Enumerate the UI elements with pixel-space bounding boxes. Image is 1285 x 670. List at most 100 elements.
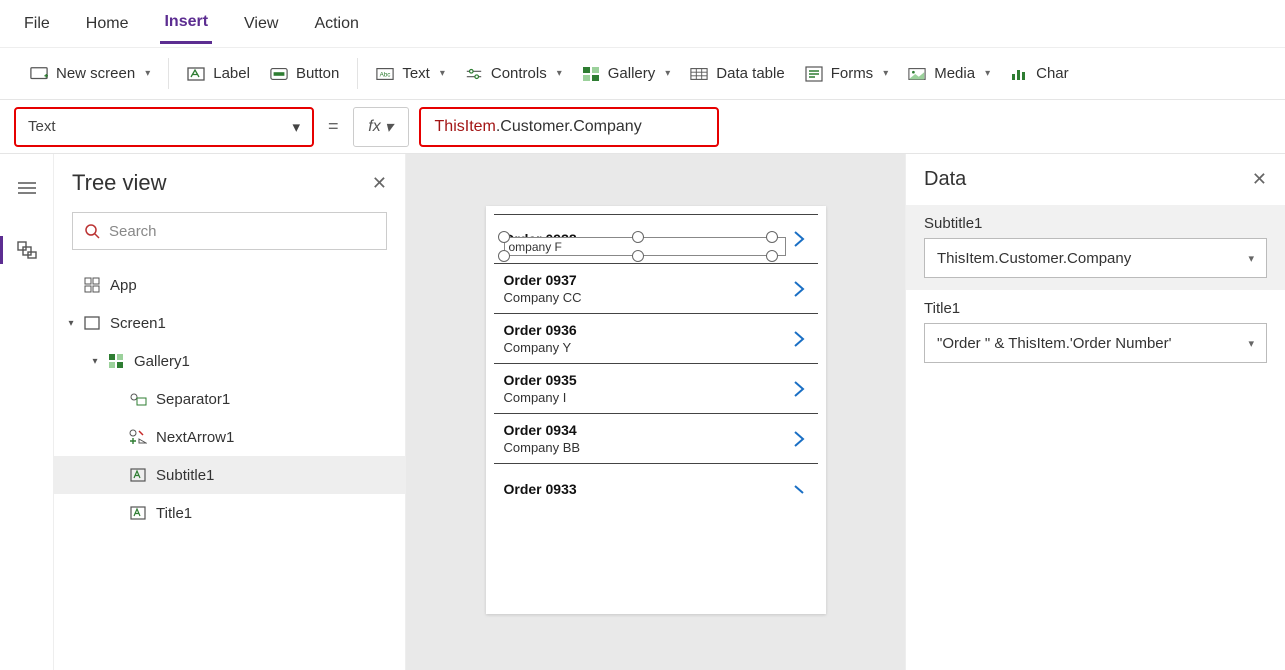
search-placeholder: Search	[109, 223, 157, 240]
tree-view-panel: Tree view ✕ Search App ▾	[54, 154, 406, 670]
menu-file[interactable]: File	[20, 5, 54, 43]
tree-node-subtitle1[interactable]: Subtitle1	[54, 456, 405, 494]
gallery-item[interactable]: Order 0938 ompany F	[494, 214, 818, 264]
forms-label: Forms	[831, 65, 874, 82]
text-icon: Abc	[376, 65, 394, 83]
screen-icon	[82, 313, 102, 333]
gallery-item-title: Order 0933	[504, 481, 786, 497]
button-text: Button	[296, 65, 339, 82]
data-panel-title: Data	[924, 168, 966, 191]
next-arrow-icon[interactable]	[786, 380, 812, 398]
media-label: Media	[934, 65, 975, 82]
fx-label: fx	[368, 118, 380, 136]
left-rail	[0, 154, 54, 670]
tree-node-gallery1[interactable]: ▾ Gallery1	[54, 342, 405, 380]
formula-input[interactable]: ThisItem.Customer.Company	[419, 107, 719, 147]
separator-icon	[128, 389, 148, 409]
tree-view-title: Tree view	[72, 170, 167, 196]
text-button[interactable]: Abc Text ▾	[376, 65, 445, 83]
tree-node-title1[interactable]: Title1	[54, 494, 405, 532]
media-icon	[908, 65, 926, 83]
canvas[interactable]: Order 0938 ompany F Order 0937 Compan	[406, 154, 905, 670]
tree-node-label: App	[110, 277, 137, 294]
controls-label: Controls	[491, 65, 547, 82]
tree-node-separator1[interactable]: Separator1	[54, 380, 405, 418]
data-panel: Data ✕ Subtitle1 ThisItem.Customer.Compa…	[905, 154, 1285, 670]
tree-node-screen1[interactable]: ▾ Screen1	[54, 304, 405, 342]
tree-node-label: Subtitle1	[156, 467, 214, 484]
ribbon: New screen ▾ Label Button Abc Text ▾	[0, 48, 1285, 100]
forms-button[interactable]: Forms ▾	[805, 65, 889, 83]
chevron-down-icon: ▾	[1248, 337, 1254, 350]
label-text: Label	[213, 65, 250, 82]
data-field-name: Subtitle1	[924, 215, 1267, 232]
media-button[interactable]: Media ▾	[908, 65, 990, 83]
selection-handle[interactable]	[766, 231, 778, 243]
rail-tree-view[interactable]	[7, 230, 47, 270]
forms-icon	[805, 65, 823, 83]
selection-handle[interactable]	[632, 250, 644, 262]
tree-node-label: Gallery1	[134, 353, 190, 370]
gallery-item[interactable]: Order 0933	[494, 464, 818, 514]
label-icon	[128, 503, 148, 523]
menu-action[interactable]: Action	[310, 5, 362, 43]
gallery-item[interactable]: Order 0937 Company CC	[494, 264, 818, 314]
next-arrow-icon[interactable]	[786, 280, 812, 298]
selection-handle[interactable]	[632, 231, 644, 243]
menu-home[interactable]: Home	[82, 5, 133, 43]
device-preview: Order 0938 ompany F Order 0937 Compan	[486, 206, 826, 614]
data-field-dropdown[interactable]: ThisItem.Customer.Company ▾	[924, 238, 1267, 278]
close-icon[interactable]: ✕	[372, 173, 387, 194]
tree-list: App ▾ Screen1 ▾ Gallery1 Separa	[54, 262, 405, 670]
subtitle-selected-box[interactable]: ompany F	[504, 237, 786, 256]
gallery-item[interactable]: Order 0934 Company BB	[494, 414, 818, 464]
close-icon[interactable]: ✕	[1252, 169, 1267, 190]
selection-handle[interactable]	[498, 231, 510, 243]
data-field-dropdown[interactable]: "Order " & ThisItem.'Order Number' ▾	[924, 323, 1267, 363]
new-screen-icon	[30, 65, 48, 83]
formula-bar: Text ▾ = fx ▾ ThisItem.Customer.Company	[0, 100, 1285, 154]
chevron-down-icon: ▾	[145, 68, 150, 79]
property-selector[interactable]: Text ▾	[14, 107, 314, 147]
next-arrow-icon[interactable]	[786, 230, 812, 248]
label-icon	[187, 65, 205, 83]
new-screen-label: New screen	[56, 65, 135, 82]
gallery-item[interactable]: Order 0936 Company Y	[494, 314, 818, 364]
app-icon	[82, 275, 102, 295]
selection-handle[interactable]	[498, 250, 510, 262]
gallery-item-subtitle: Company BB	[504, 440, 786, 455]
gallery-item-subtitle: Company CC	[504, 290, 786, 305]
label-button[interactable]: Label	[187, 65, 250, 83]
property-selector-value: Text	[28, 118, 56, 135]
search-icon	[83, 222, 101, 240]
controls-button[interactable]: Controls ▾	[465, 65, 562, 83]
chevron-down-icon: ▾	[557, 68, 562, 79]
button-button[interactable]: Button	[270, 65, 339, 83]
chart-button[interactable]: Char	[1010, 65, 1069, 83]
gallery-item-subtitle: Company I	[504, 390, 786, 405]
data-field-subtitle1: Subtitle1 ThisItem.Customer.Company ▾	[906, 205, 1285, 290]
rail-hamburger[interactable]	[7, 168, 47, 208]
next-arrow-icon[interactable]	[786, 330, 812, 348]
next-arrow-icon[interactable]	[786, 484, 812, 494]
fx-button[interactable]: fx ▾	[353, 107, 409, 147]
new-screen-button[interactable]: New screen ▾	[30, 65, 150, 83]
chart-label: Char	[1036, 65, 1069, 82]
tree-node-app[interactable]: App	[54, 266, 405, 304]
equals-label: =	[324, 116, 343, 137]
chevron-down-icon: ▾	[1248, 252, 1254, 265]
next-arrow-icon[interactable]	[786, 430, 812, 448]
gallery-item[interactable]: Order 0935 Company I	[494, 364, 818, 414]
tree-node-nextarrow1[interactable]: NextArrow1	[54, 418, 405, 456]
data-table-button[interactable]: Data table	[690, 65, 784, 83]
tree-search-input[interactable]: Search	[72, 212, 387, 250]
gallery-item-title: Order 0936	[504, 322, 786, 338]
svg-text:Abc: Abc	[380, 71, 391, 78]
tree-node-label: Screen1	[110, 315, 166, 332]
chart-icon	[1010, 65, 1028, 83]
menu-insert[interactable]: Insert	[160, 3, 212, 44]
gallery-button[interactable]: Gallery ▾	[582, 65, 671, 83]
chevron-down-icon: ▾	[985, 68, 990, 79]
selection-handle[interactable]	[766, 250, 778, 262]
menu-view[interactable]: View	[240, 5, 282, 43]
